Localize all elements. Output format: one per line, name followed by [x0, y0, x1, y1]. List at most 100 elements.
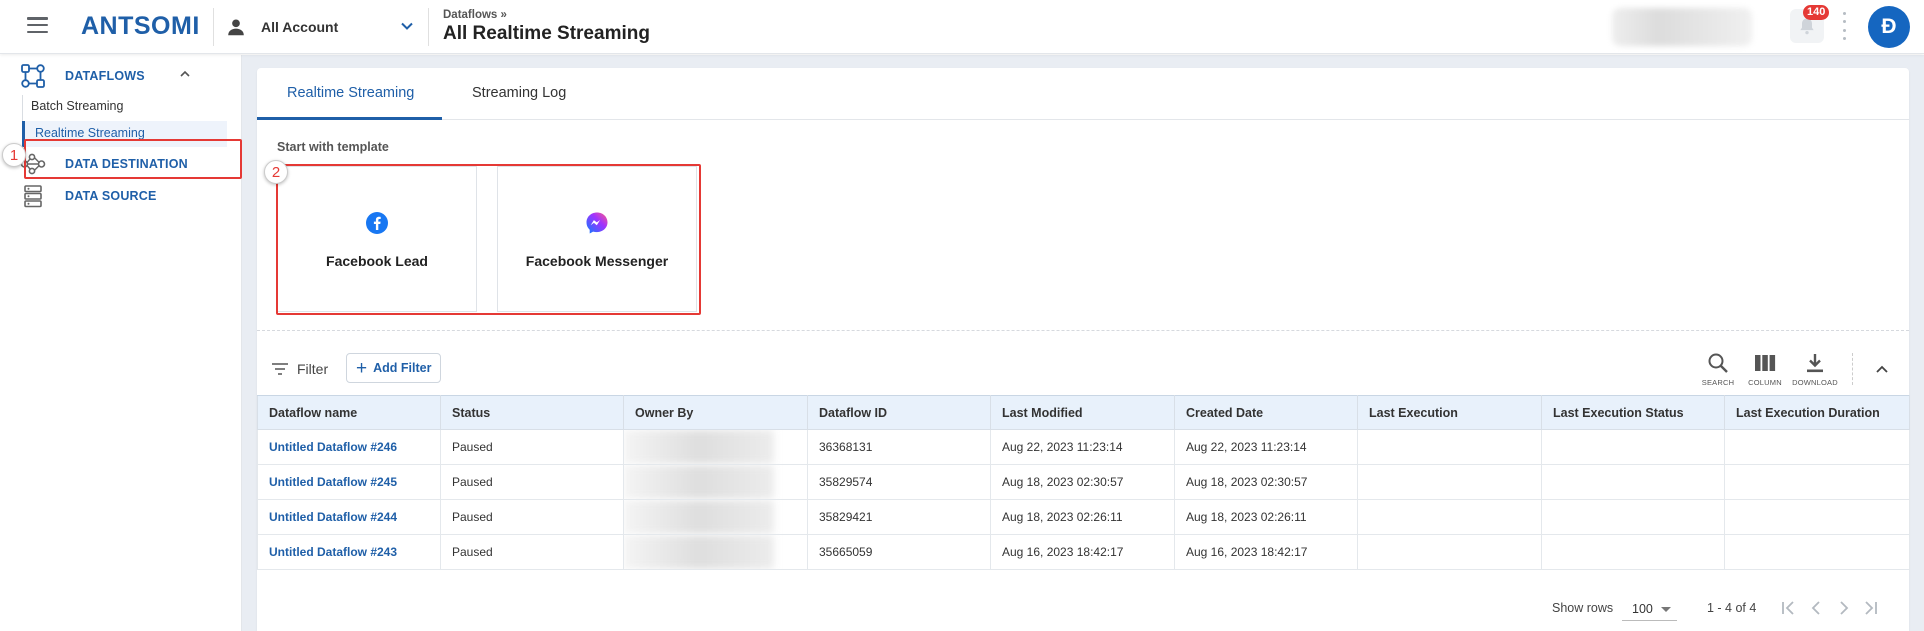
search-label: SEARCH — [1701, 378, 1735, 387]
last-modified-cell: Aug 18, 2023 02:30:57 — [990, 464, 1175, 500]
sidebar-item-dataflows[interactable]: DATAFLOWS — [20, 63, 145, 89]
template-facebook-lead[interactable]: Facebook Lead — [277, 166, 477, 312]
previous-page-icon[interactable] — [1807, 599, 1825, 617]
column-header[interactable]: Last Execution — [1357, 395, 1542, 430]
avatar[interactable]: Đ — [1868, 6, 1910, 48]
download-icon — [1807, 354, 1823, 373]
antsomi-logo[interactable]: ANTSOMI — [81, 12, 200, 41]
last-modified-cell: Aug 18, 2023 02:26:11 — [990, 499, 1175, 535]
table-row[interactable]: Untitled Dataflow #246 Paused 36368131 A… — [257, 429, 1910, 465]
divider — [213, 8, 214, 46]
last-execution-duration-cell — [1724, 464, 1910, 500]
page-range: 1 - 4 of 4 — [1707, 601, 1757, 615]
template-facebook-messenger[interactable]: Facebook Messenger — [497, 166, 697, 312]
add-filter-button[interactable]: + Add Filter — [346, 353, 442, 383]
last-execution-status-cell — [1541, 534, 1725, 570]
chevron-down-icon — [401, 22, 413, 30]
tab-streaming-log[interactable]: Streaming Log — [472, 85, 566, 101]
rows-per-page-value: 100 — [1632, 602, 1653, 616]
download-label: DOWNLOAD — [1792, 378, 1838, 387]
last-modified-cell: Aug 22, 2023 11:23:14 — [990, 429, 1175, 465]
template-label: Facebook Lead — [326, 253, 428, 269]
sidebar-item-data-source[interactable]: DATA SOURCE — [20, 183, 157, 209]
dataflow-name-link[interactable]: Untitled Dataflow #243 — [257, 534, 441, 570]
created-date-cell: Aug 22, 2023 11:23:14 — [1174, 429, 1358, 465]
section-divider — [257, 330, 1909, 331]
blurred-owner — [624, 500, 774, 534]
dataflows-icon — [21, 64, 45, 88]
account-label: All Account — [261, 19, 339, 35]
breadcrumb-dataflows[interactable]: Dataflows » — [443, 9, 650, 21]
search-icon — [1708, 353, 1728, 373]
dataflow-name-link[interactable]: Untitled Dataflow #246 — [257, 429, 441, 465]
notification-badge: 140 — [1803, 5, 1830, 20]
last-modified-cell: Aug 16, 2023 18:42:17 — [990, 534, 1175, 570]
dataflow-id-cell: 35829421 — [807, 499, 991, 535]
blurred-owner — [624, 535, 774, 569]
dataflow-id-cell: 36368131 — [807, 429, 991, 465]
table-row[interactable]: Untitled Dataflow #243 Paused 35665059 A… — [257, 534, 1910, 570]
search-button[interactable]: SEARCH — [1696, 351, 1740, 387]
table-row[interactable]: Untitled Dataflow #245 Paused 35829574 A… — [257, 464, 1910, 500]
blurred-user-info — [1612, 8, 1752, 46]
sidebar-item-realtime-streaming[interactable]: Realtime Streaming — [22, 121, 227, 147]
created-date-cell: Aug 18, 2023 02:26:11 — [1174, 499, 1358, 535]
filter-toolbar: Filter + Add Filter SEARCH COLUMN DOWNLO… — [257, 349, 1909, 389]
first-page-icon[interactable] — [1779, 599, 1797, 617]
content-card: Realtime Streaming Streaming Log Start w… — [257, 68, 1910, 631]
column-header[interactable]: Dataflow ID — [807, 395, 991, 430]
status-cell: Paused — [440, 534, 624, 570]
plus-icon: + — [356, 357, 368, 379]
sidebar-label-realtime-streaming: Realtime Streaming — [35, 126, 145, 140]
facebook-icon — [366, 212, 388, 234]
filter-label[interactable]: Filter — [297, 361, 328, 377]
column-header[interactable]: Last Modified — [990, 395, 1175, 430]
column-header[interactable]: Owner By — [623, 395, 808, 430]
last-execution-status-cell — [1541, 464, 1725, 500]
column-header[interactable]: Status — [440, 395, 624, 430]
dataflow-table: Dataflow name Status Owner By Dataflow I… — [257, 395, 1910, 570]
owner-cell — [623, 499, 808, 535]
filter-icon[interactable] — [271, 362, 289, 376]
last-execution-cell — [1357, 464, 1542, 500]
owner-cell — [623, 534, 808, 570]
dataflow-name-link[interactable]: Untitled Dataflow #245 — [257, 464, 441, 500]
sidebar-item-data-destination[interactable]: DATA DESTINATION — [20, 151, 188, 177]
column-button[interactable]: COLUMN — [1743, 351, 1787, 387]
templates-title: Start with template — [277, 140, 389, 154]
table-row[interactable]: Untitled Dataflow #244 Paused 35829421 A… — [257, 499, 1910, 535]
status-cell: Paused — [440, 464, 624, 500]
column-header[interactable]: Last Execution Duration — [1724, 395, 1910, 430]
column-header[interactable]: Created Date — [1174, 395, 1358, 430]
last-execution-duration-cell — [1724, 534, 1910, 570]
table-header-row: Dataflow name Status Owner By Dataflow I… — [257, 395, 1910, 430]
person-icon — [228, 19, 244, 36]
messenger-icon — [586, 212, 608, 234]
column-header[interactable]: Last Execution Status — [1541, 395, 1725, 430]
next-page-icon[interactable] — [1835, 599, 1853, 617]
download-button[interactable]: DOWNLOAD — [1792, 351, 1838, 387]
last-execution-status-cell — [1541, 499, 1725, 535]
last-page-icon[interactable] — [1862, 599, 1880, 617]
rows-per-page-select[interactable]: 100 — [1622, 597, 1677, 621]
caret-down-icon — [1661, 607, 1671, 612]
last-execution-cell — [1357, 499, 1542, 535]
tab-realtime-streaming[interactable]: Realtime Streaming — [287, 85, 414, 101]
column-header[interactable]: Dataflow name — [257, 395, 441, 430]
dataflow-id-cell: 35829574 — [807, 464, 991, 500]
chevron-up-icon[interactable] — [178, 67, 192, 81]
columns-icon — [1755, 355, 1776, 371]
sidebar-item-batch-streaming[interactable]: Batch Streaming — [31, 99, 123, 113]
last-execution-status-cell — [1541, 429, 1725, 465]
top-bar: ANTSOMI All Account Dataflows » All Real… — [0, 0, 1924, 54]
account-selector[interactable]: All Account — [225, 12, 415, 42]
template-label: Facebook Messenger — [525, 253, 669, 269]
more-options-icon[interactable] — [1843, 12, 1847, 40]
menu-icon[interactable] — [27, 17, 48, 33]
active-tab-indicator — [257, 117, 442, 120]
chevron-up-icon[interactable] — [1874, 361, 1890, 377]
column-label: COLUMN — [1748, 378, 1782, 387]
dataflow-name-link[interactable]: Untitled Dataflow #244 — [257, 499, 441, 535]
add-filter-label: Add Filter — [373, 361, 432, 375]
last-execution-cell — [1357, 429, 1542, 465]
